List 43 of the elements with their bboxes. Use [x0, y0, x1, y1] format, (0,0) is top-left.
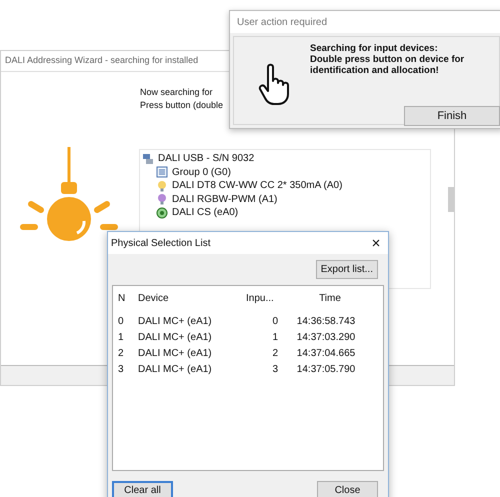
table-cell-text: 14:37:03.290 [296, 330, 356, 344]
instruction-text: Press button (double [140, 99, 224, 112]
dialog-message: Searching for input devices: [310, 43, 439, 54]
table-cell-text: 1 [271, 330, 278, 344]
table-cell-text: 2 [118, 346, 125, 360]
table-cell-text: 2 [271, 346, 278, 360]
table-cell-text: 3 [118, 362, 125, 376]
clear-all-button[interactable]: Clear all [112, 481, 173, 497]
window-title: DALI Addressing Wizard - searching for installed [5, 54, 198, 68]
close-dialog-button[interactable]: Close [317, 481, 378, 497]
table-cell-text: DALI MC+ (eA1) [138, 314, 213, 328]
column-header[interactable]: N [118, 290, 138, 306]
close-button[interactable]: × [367, 234, 385, 252]
tree-item[interactable]: DALI DT8 CW-WW CC 2* 350mA (A0) [156, 179, 342, 192]
table-cell-text: DALI MC+ (eA1) [138, 330, 213, 344]
table-cell-text: 14:37:04.665 [296, 346, 356, 360]
finish-button[interactable]: Finish [404, 106, 500, 126]
table-cell-text: 14:37:05.790 [296, 362, 356, 376]
column-header[interactable]: Time [286, 290, 374, 306]
group-icon [156, 166, 168, 178]
table-cell-text: 0 [118, 314, 125, 328]
tree-item[interactable]: DALI USB - S/N 9032 [142, 152, 254, 166]
dialog-message: Double press button on device for [310, 54, 464, 65]
instruction-text: Now searching for [140, 86, 214, 99]
tree-item[interactable]: Group 0 (G0) [156, 166, 231, 179]
light-bulb-icon [156, 193, 168, 206]
sensor-icon [156, 206, 168, 219]
table-cell-text: 14:36:58.743 [296, 314, 356, 328]
table-cell-text: 0 [271, 314, 278, 328]
dialog-title: User action required [237, 16, 328, 30]
tree-item[interactable]: DALI CS (eA0) [156, 206, 238, 220]
light-bulb-icon [156, 180, 168, 192]
table-cell-text: 1 [118, 330, 125, 344]
window-title: Physical Selection List [111, 236, 210, 250]
table-cell-text: DALI MC+ (eA1) [138, 346, 213, 360]
dialog-message: identification and allocation! [310, 65, 440, 76]
column-header[interactable]: Device [138, 290, 246, 306]
tree-item[interactable]: DALI RGBW-PWM (A1) [156, 192, 278, 206]
table-cell-text: 3 [271, 362, 278, 376]
usb-adapter-icon [142, 152, 154, 165]
export-list-button[interactable]: Export list... [316, 260, 378, 279]
table-cell-text: DALI MC+ (eA1) [138, 362, 213, 376]
column-header[interactable]: Inpu... [246, 290, 286, 306]
